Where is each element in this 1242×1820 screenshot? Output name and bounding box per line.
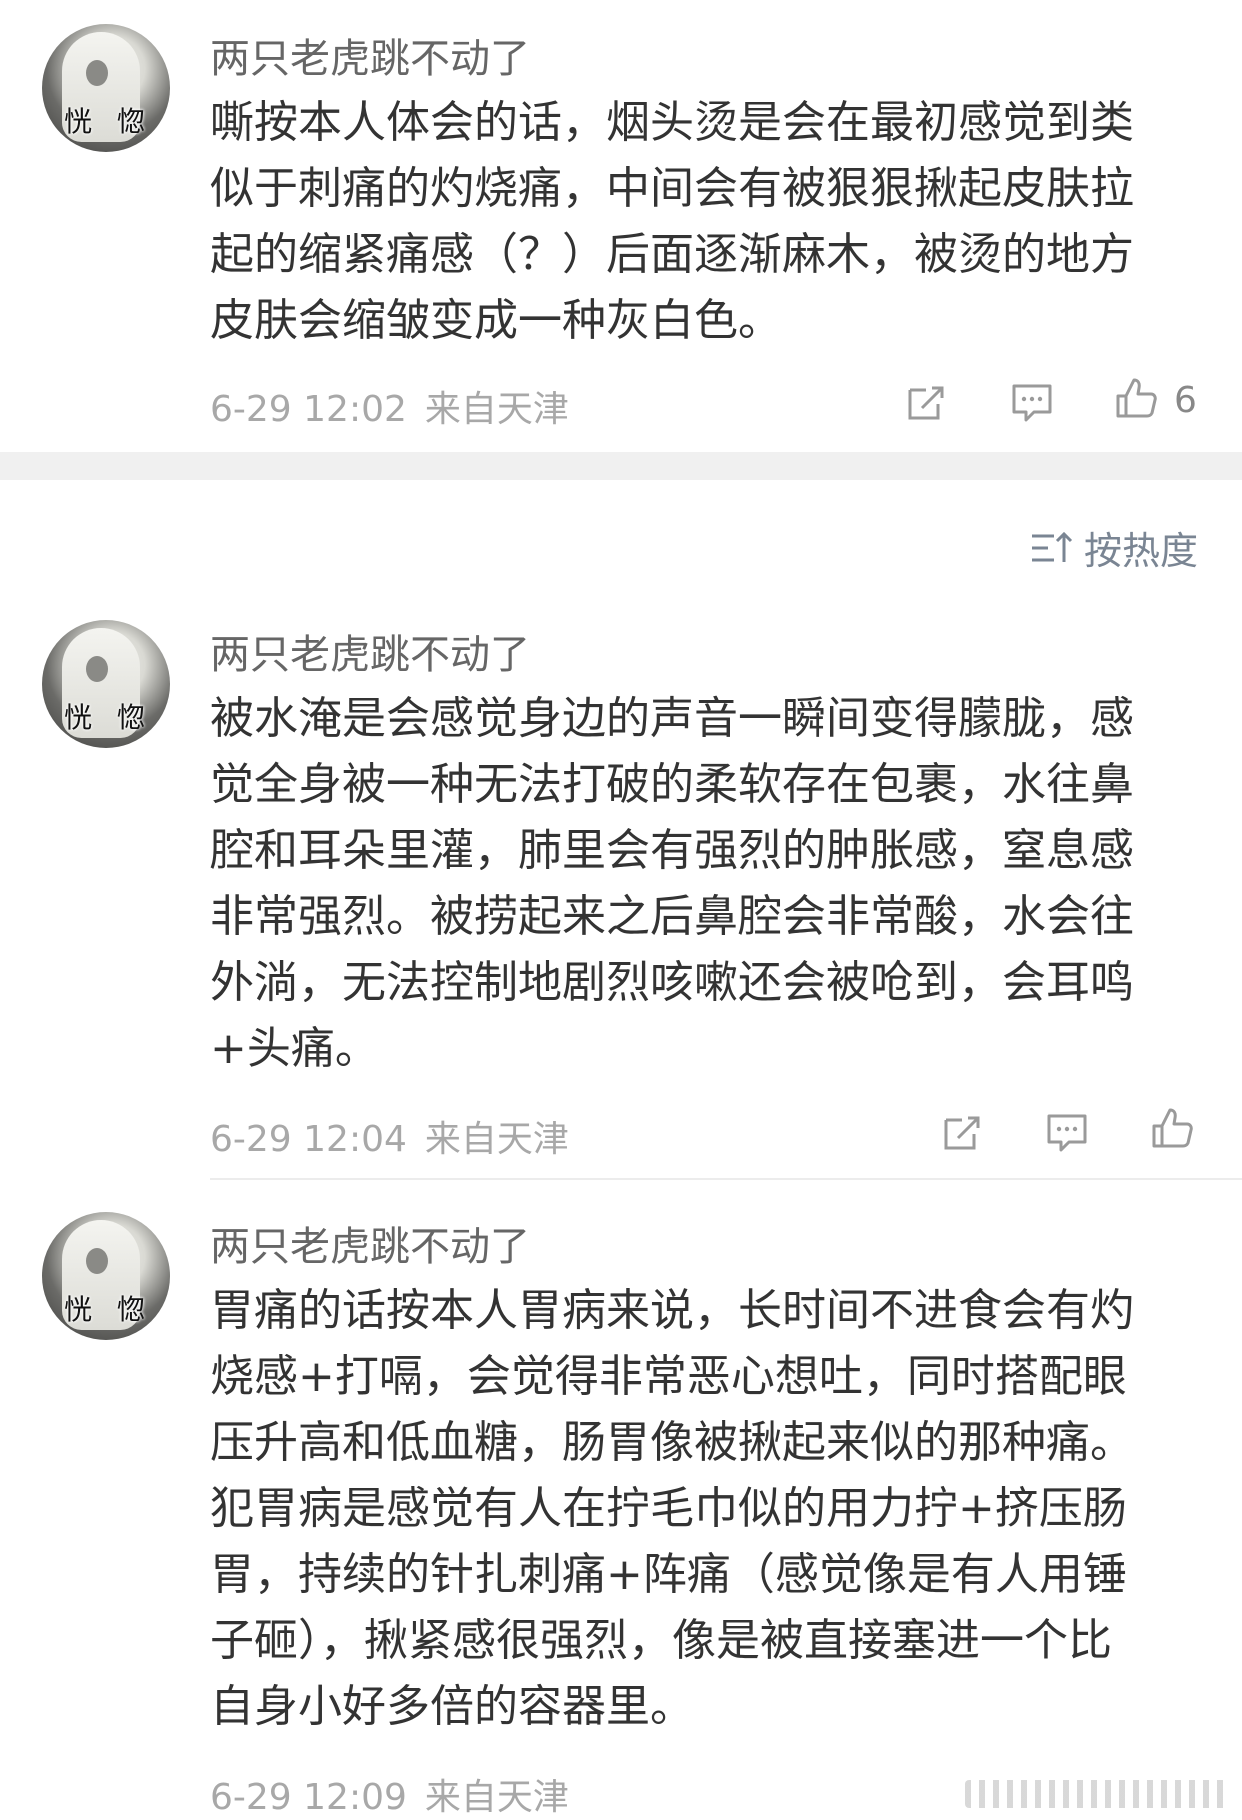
avatar-face (86, 60, 108, 86)
username[interactable]: 两只老虎跳不动了 (210, 1214, 530, 1272)
avatar-text: 恍 惚 (64, 1293, 153, 1326)
comment-button[interactable] (1045, 1110, 1089, 1154)
username[interactable]: 两只老虎跳不动了 (210, 26, 530, 84)
avatar-face (86, 656, 108, 682)
comment-text: 嘶按本人体会的话，烟头烫是会在最初感觉到类 似于刺痛的灼烧痛，中间会有被狠狠揪起… (210, 97, 1134, 346)
repost-icon (944, 1116, 980, 1150)
thumbs-up-icon (1152, 1108, 1193, 1148)
repost-icon (908, 386, 944, 420)
repost-button[interactable] (904, 380, 948, 424)
avatar-face (86, 1248, 108, 1274)
avatar[interactable]: 恍 惚 (42, 620, 170, 748)
comment-time: 6-29 12:02 (210, 389, 407, 430)
like-button[interactable] (1114, 376, 1158, 420)
like-count: 6 (1174, 380, 1197, 421)
repost-button[interactable] (940, 1110, 984, 1154)
avatar-text: 恍 惚 (64, 105, 153, 138)
sort-by-hot-button[interactable]: 按热度 (1030, 520, 1198, 575)
comment-divider (210, 1178, 1242, 1180)
like-button[interactable] (1150, 1106, 1194, 1150)
comment-time: 6-29 12:09 (210, 1777, 407, 1818)
comment-meta: 6-29 12:04 来自天津 (210, 1110, 569, 1162)
comment-meta: 6-29 12:09 来自天津 (210, 1768, 569, 1820)
comment-location: 来自天津 (424, 1119, 569, 1160)
comment-location: 来自天津 (424, 1777, 569, 1818)
comment-text: 胃痛的话按本人胃病来说，长时间不进食会有灼 烧感+打嗝，会觉得非常恶心想吐，同时… (210, 1285, 1134, 1732)
comment-time: 6-29 12:04 (210, 1119, 407, 1160)
avatar-text: 恍 惚 (64, 701, 153, 734)
sort-icon (1031, 531, 1073, 562)
username[interactable]: 两只老虎跳不动了 (210, 622, 530, 680)
comment-button[interactable] (1010, 380, 1054, 424)
watermark (965, 1780, 1230, 1808)
comment-icon (1047, 1114, 1087, 1152)
comment-meta: 6-29 12:02 来自天津 (210, 380, 569, 432)
section-separator (0, 452, 1242, 480)
sort-label: 按热度 (1083, 529, 1198, 573)
comment-icon (1012, 384, 1052, 422)
thumbs-up-icon (1116, 378, 1157, 418)
avatar[interactable]: 恍 惚 (42, 1212, 170, 1340)
avatar[interactable]: 恍 惚 (42, 24, 170, 152)
comment-text: 被水淹是会感觉身边的声音一瞬间变得朦胧，感 觉全身被一种无法打破的柔软存在包裹，… (210, 693, 1134, 1074)
comment-location: 来自天津 (424, 389, 569, 430)
